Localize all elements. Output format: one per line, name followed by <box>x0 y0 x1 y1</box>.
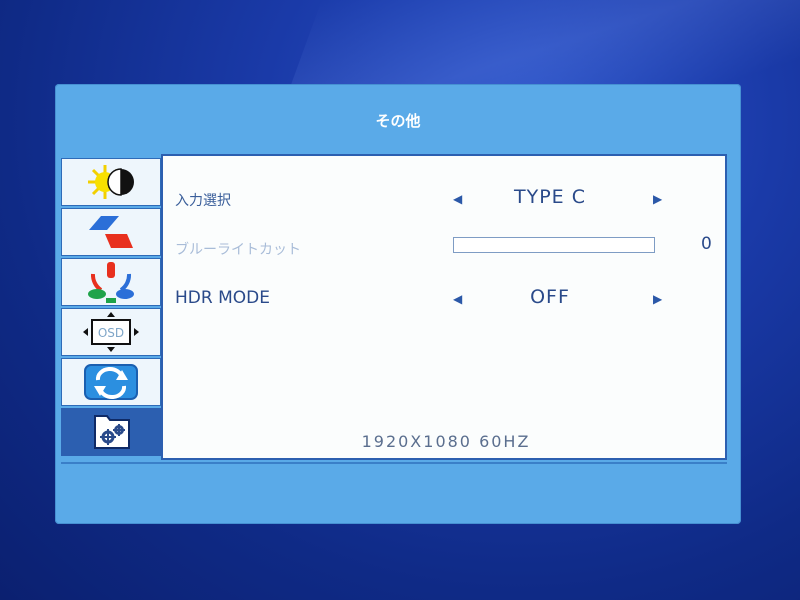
hdr-mode-right-arrow[interactable]: ▶ <box>653 292 662 306</box>
tab-reset[interactable] <box>61 358 161 406</box>
blue-light-cut-label: ブルーライトカット <box>175 242 301 258</box>
input-select-value[interactable]: TYPE C <box>475 186 625 208</box>
tab-image[interactable] <box>61 208 161 256</box>
image-settings-icon <box>89 216 133 248</box>
tab-brightness-contrast[interactable] <box>61 158 161 206</box>
osd-position-icon: OSD <box>83 312 139 352</box>
input-select-label: 入力選択 <box>175 193 231 209</box>
resolution-readout: 1920X1080 60HZ <box>361 432 531 451</box>
svg-text:OSD: OSD <box>98 326 124 340</box>
hdr-mode-left-arrow[interactable]: ◀ <box>453 292 462 306</box>
color-rgb-icon <box>88 262 134 303</box>
blue-light-cut-value: 0 <box>701 234 712 254</box>
menu-content: 入力選択 ◀ TYPE C ▶ ブルーライトカット 0 HDR MODE ◀ O… <box>161 154 727 460</box>
tab-osd[interactable]: OSD <box>61 308 161 356</box>
input-select-left-arrow[interactable]: ◀ <box>453 192 462 206</box>
osd-menu: その他 OSD 入力選択 ◀ TYPE C ▶ ブルーライトカット 0 HDR … <box>55 84 741 524</box>
input-select-right-arrow[interactable]: ▶ <box>653 192 662 206</box>
tab-color[interactable] <box>61 258 161 306</box>
reset-icon <box>84 364 138 400</box>
brightness-contrast-icon <box>88 165 134 199</box>
hdr-mode-value[interactable]: OFF <box>475 286 625 308</box>
menu-title: その他 <box>375 111 421 130</box>
tab-other[interactable] <box>61 408 161 456</box>
hdr-mode-label: HDR MODE <box>175 288 270 308</box>
menu-footer-bar <box>61 462 727 518</box>
gear-icon <box>94 415 130 449</box>
menu-sidebar: OSD <box>61 158 161 458</box>
blue-light-cut-slider[interactable] <box>453 237 655 253</box>
